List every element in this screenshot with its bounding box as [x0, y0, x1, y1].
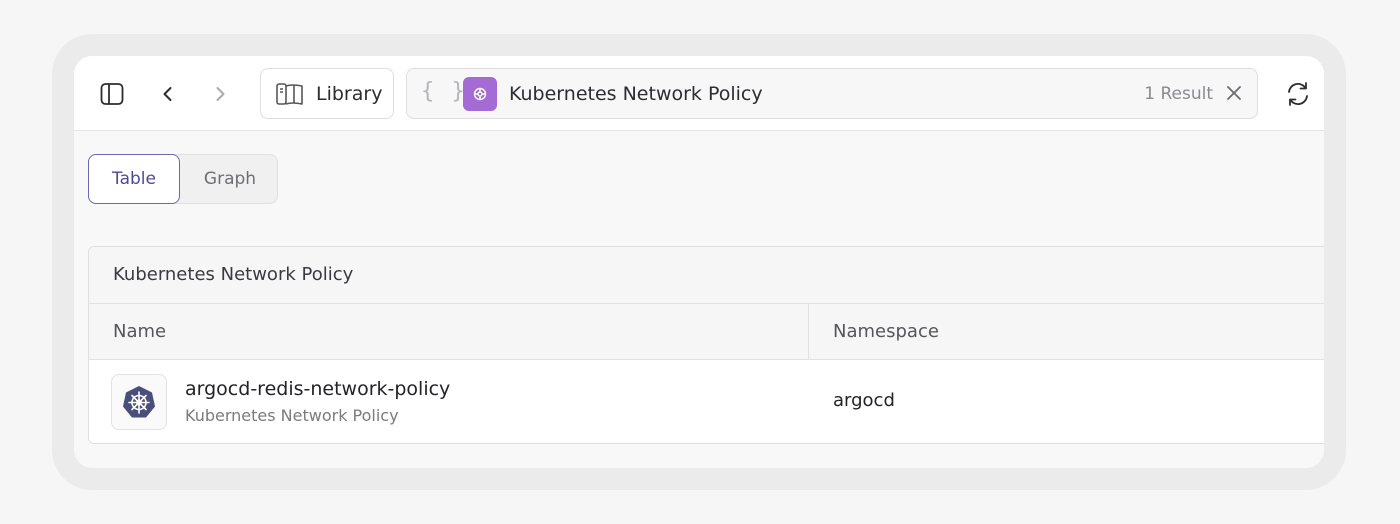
- app-window: Library { } Kubernetes Network Policy 1 …: [74, 56, 1324, 468]
- search-bar[interactable]: { } Kubernetes Network Policy 1 Result: [406, 68, 1258, 119]
- column-header-namespace[interactable]: Namespace: [809, 304, 1324, 360]
- library-button[interactable]: Library: [260, 68, 394, 119]
- query-braces-icon: { }: [421, 79, 467, 104]
- result-count: 1 Result: [1144, 84, 1213, 104]
- search-query-text: Kubernetes Network Policy: [509, 83, 763, 105]
- results-table: Kubernetes Network Policy Name Namespace: [88, 246, 1324, 444]
- table-section-header: Kubernetes Network Policy: [89, 247, 1324, 304]
- sidebar-toggle-icon[interactable]: [98, 80, 126, 108]
- table-row[interactable]: argocd-redis-network-policy Kubernetes N…: [89, 360, 1324, 443]
- tab-table[interactable]: Table: [88, 154, 180, 204]
- library-label: Library: [316, 83, 383, 105]
- clear-search-icon[interactable]: [1223, 82, 1245, 104]
- row-namespace: argocd: [833, 390, 895, 411]
- forward-icon[interactable]: [206, 80, 234, 108]
- kubernetes-helm-icon: [111, 374, 167, 430]
- view-toggle: Table Graph: [88, 154, 278, 204]
- row-type: Kubernetes Network Policy: [185, 406, 399, 425]
- table-section-title: Kubernetes Network Policy: [113, 264, 354, 285]
- network-policy-chip-icon: [463, 77, 497, 111]
- row-name: argocd-redis-network-policy: [185, 378, 451, 400]
- column-header-name[interactable]: Name: [89, 304, 809, 360]
- column-header-namespace-label: Namespace: [833, 321, 939, 342]
- toolbar: Library { } Kubernetes Network Policy 1 …: [74, 56, 1324, 131]
- refresh-icon[interactable]: [1284, 80, 1312, 108]
- column-header-name-label: Name: [113, 321, 167, 342]
- back-icon[interactable]: [154, 80, 182, 108]
- book-icon: [275, 81, 305, 111]
- tab-graph[interactable]: Graph: [181, 155, 279, 203]
